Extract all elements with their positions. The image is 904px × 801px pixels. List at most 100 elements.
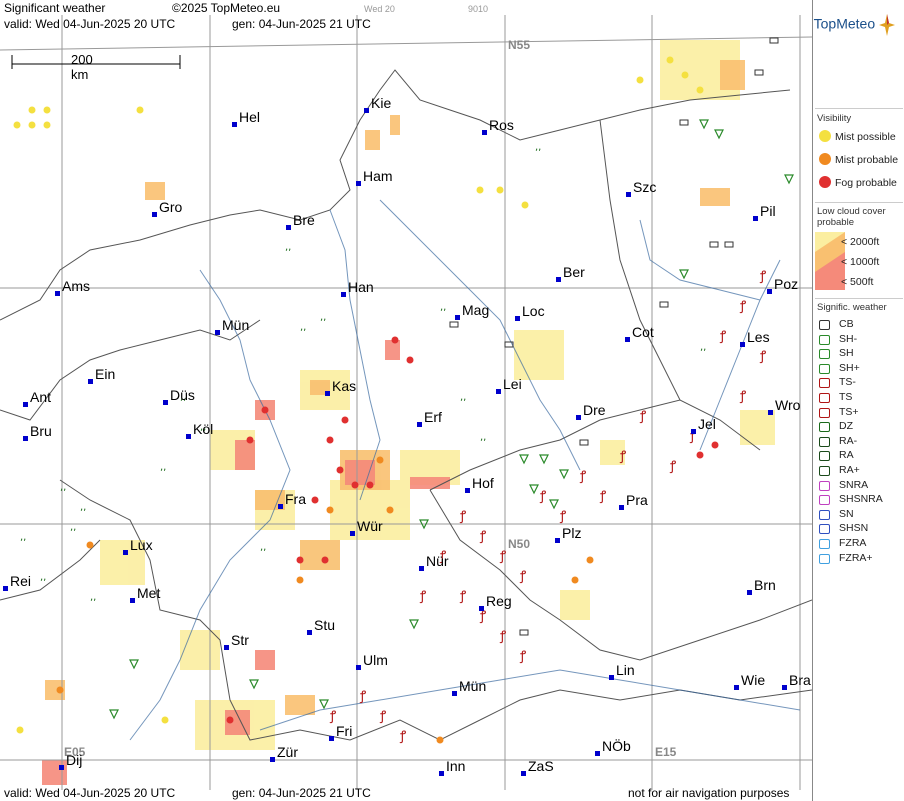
logo-text: TopMeteo [813, 15, 876, 32]
city-marker-icon [740, 342, 745, 347]
city-label: Cot [632, 324, 654, 340]
svg-text:ꝭ: ꝭ [619, 449, 626, 464]
weather-shsn-icon [819, 524, 830, 535]
map-canvas: ꝭꝭꝭ ꝭꝭꝭ ꝭꝭꝭ ꝭꝭꝭ ꝭꝭꝭ ꝭꝭꝭ ꝭꝭꝭ ꝭꝭꝭ ꝭꝭꝭ ,,,,… [0, 15, 812, 790]
weather-fzra-icon [819, 539, 830, 549]
city-marker-icon [419, 566, 424, 571]
city-label: Brn [754, 577, 776, 593]
svg-text:ꝭ: ꝭ [459, 589, 466, 604]
city-marker-icon [356, 665, 361, 670]
city-label: Pra [626, 492, 648, 508]
legend-mist-probable: Mist probable [835, 154, 899, 166]
city-mün: Mün [215, 317, 249, 335]
svg-text:,,: ,, [60, 482, 66, 493]
weather-map[interactable]: ꝭꝭꝭ ꝭꝭꝭ ꝭꝭꝭ ꝭꝭꝭ ꝭꝭꝭ ꝭꝭꝭ ꝭꝭꝭ ꝭꝭꝭ ꝭꝭꝭ ,,,,… [0, 0, 812, 801]
city-marker-icon [626, 192, 631, 197]
shower-symbols [109, 119, 794, 720]
weather-shsnra-icon [819, 495, 830, 506]
city-label: Köl [193, 421, 214, 437]
coastlines-borders [0, 69, 812, 741]
city-dre: Dre [576, 402, 606, 420]
city-marker-icon [619, 505, 624, 510]
city-label: Düs [170, 387, 195, 403]
svg-text:,,: ,, [320, 312, 326, 323]
city-marker-icon [307, 630, 312, 635]
legend-weather-label: CB [839, 318, 854, 330]
legend-weather-label: SHSNRA [839, 493, 883, 506]
grid-label-n55: N55 [508, 38, 531, 52]
city-marker-icon [286, 225, 291, 230]
city-düs: Düs [163, 387, 195, 405]
city-inn: Inn [439, 758, 465, 776]
city-marker-icon [152, 212, 157, 217]
city-label: Ham [363, 168, 393, 184]
city-label: Kie [371, 95, 392, 111]
svg-text:ꝭ: ꝭ [559, 509, 566, 524]
city-label: Zür [277, 744, 298, 760]
svg-text:,,: ,, [440, 302, 446, 313]
scale-label: 200 km [71, 52, 93, 82]
city-wro: Wro [768, 397, 801, 415]
weather-sh-icon [819, 334, 830, 345]
visibility-title: Visibility [817, 113, 852, 124]
city-brn: Brn [747, 577, 776, 595]
graticule [0, 15, 812, 790]
legend-weather-label: RA+ [839, 464, 860, 476]
city-label: Han [348, 279, 374, 295]
city-marker-icon [576, 415, 581, 420]
svg-text:,,: ,, [285, 242, 291, 253]
legend-cloud-500: < 500ft [841, 276, 874, 288]
city-bra: Bra [782, 672, 811, 690]
city-label: Met [137, 585, 161, 601]
city-fri: Fri [329, 723, 352, 741]
svg-text:,,: ,, [80, 502, 86, 513]
footer-generated: gen: 04-Jun-2025 21 UTC [232, 786, 371, 800]
footer-valid: valid: Wed 04-Jun-2025 20 UTC [4, 786, 176, 800]
city-marker-icon [341, 292, 346, 297]
city-marker-icon [3, 586, 8, 591]
svg-text:,,: ,, [260, 542, 266, 553]
city-zas: ZaS [521, 758, 554, 776]
city-label: Fra [285, 491, 306, 507]
city-marker-icon [465, 488, 470, 493]
city-marker-icon [691, 429, 696, 434]
svg-text:ꝭ: ꝭ [479, 529, 486, 544]
weather-cb-icon [819, 320, 830, 330]
svg-text:,,: ,, [700, 342, 706, 353]
svg-text:ꝭ: ꝭ [669, 459, 676, 474]
legend-weather-label: FZRA+ [839, 551, 873, 564]
svg-text:ꝭ: ꝭ [419, 589, 426, 604]
legend-fog-probable: Fog probable [835, 177, 897, 189]
city-stu: Stu [307, 617, 335, 635]
city-marker-icon [747, 590, 752, 595]
legend-weather-label: TS+ [839, 405, 859, 418]
city-bru: Bru [23, 423, 52, 441]
city-label: Nür [426, 553, 449, 569]
logo: TopMeteo [814, 14, 895, 36]
legend-weather-label: RA [839, 449, 854, 462]
legend-cloud-2000: < 2000ft [841, 236, 880, 248]
city-han: Han [341, 279, 374, 297]
legend-weather-label: SHSN [839, 522, 869, 535]
city-marker-icon [23, 402, 28, 407]
city-ber: Ber [556, 264, 585, 282]
city-label: Lux [130, 537, 153, 553]
city-label: Dre [583, 402, 606, 418]
city-label: Szc [633, 179, 657, 195]
city-marker-icon [452, 691, 457, 696]
city-cot: Cot [625, 324, 654, 342]
city-marker-icon [186, 434, 191, 439]
weather-ts-icon [819, 393, 830, 403]
svg-text:ꝭ: ꝭ [759, 349, 766, 364]
city-nür: Nür [419, 553, 449, 571]
city-marker-icon [163, 400, 168, 405]
city-label: Ber [563, 264, 585, 280]
svg-text:ꝭ: ꝭ [739, 389, 746, 404]
city-szc: Szc [626, 179, 657, 197]
city-ams: Ams [55, 278, 90, 296]
cloud-title: Low cloud cover probable [817, 206, 886, 228]
svg-text:,,: ,, [300, 322, 306, 333]
grid-label-n50: N50 [508, 537, 531, 551]
city-label: Wro [775, 397, 801, 413]
city-nöb: NÖb [595, 738, 631, 756]
